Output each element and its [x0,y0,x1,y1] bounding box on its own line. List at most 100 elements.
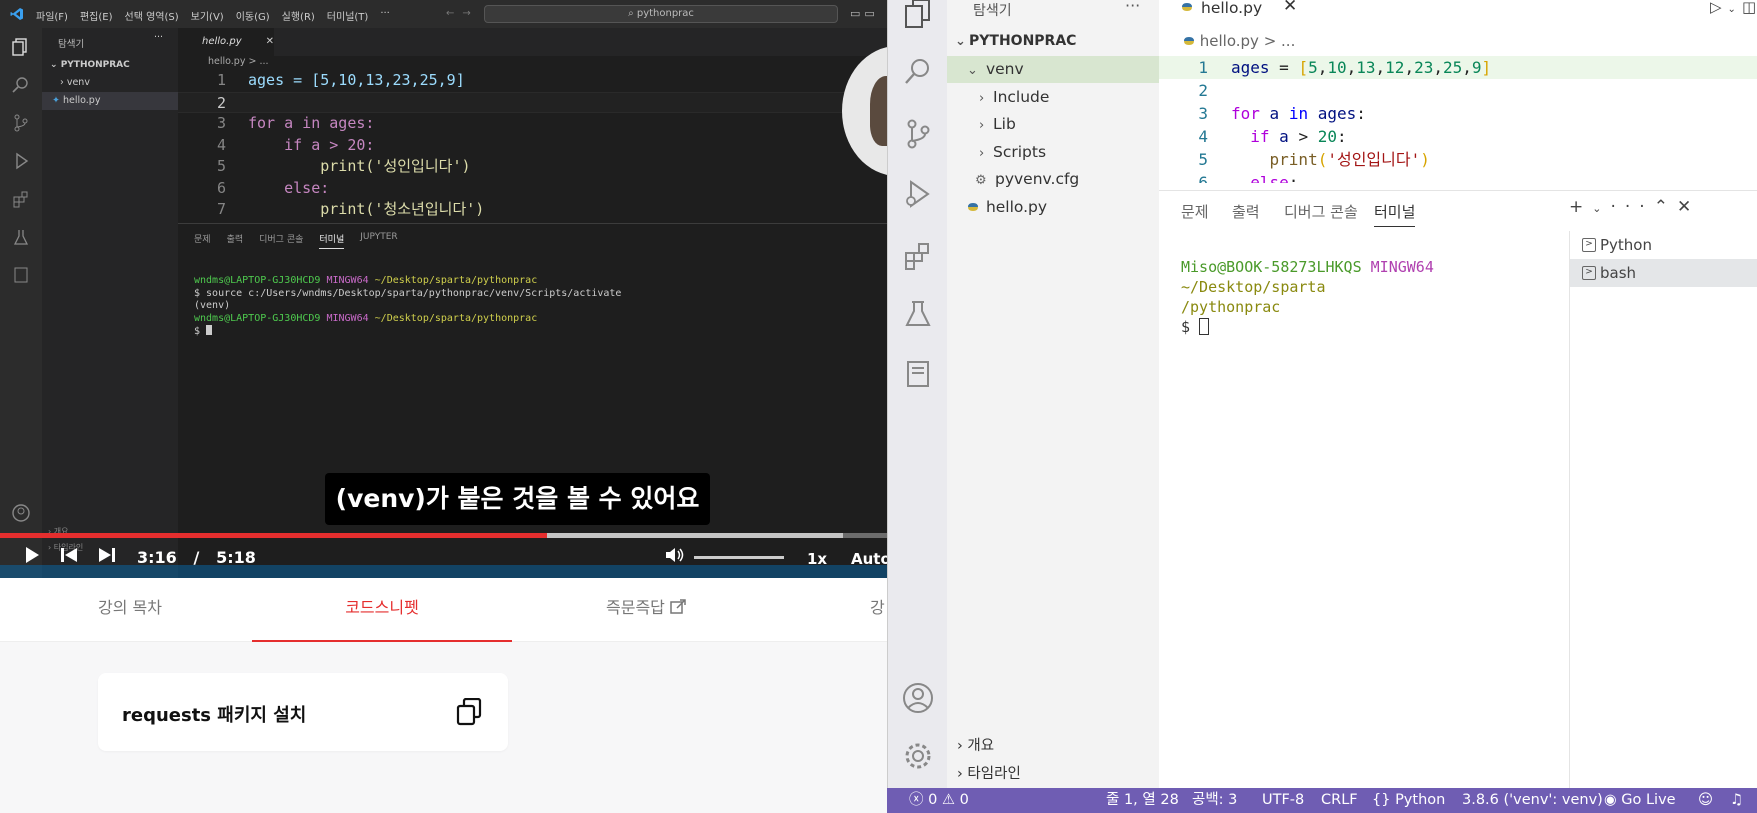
menu-item: 터미널(T) [326,12,369,23]
bottom-panel: 문제 출력 디버그 콘솔 터미널 +⌄···⌃✕ Miso@BOOK-58273… [1159,190,1757,791]
breadcrumb: hello.py > ... [208,56,269,67]
next-icon[interactable] [98,546,116,564]
indentation[interactable]: 공백: 3 [1192,788,1237,813]
split-editor-icon[interactable]: ◫ [1742,0,1757,16]
explorer-sidebar: 탐색기 ··· ⌄ PYTHONPRAC ⌄ venv › Include › Lib… [947,0,1159,788]
gear-icon[interactable] [888,728,947,784]
progress-played [0,533,548,538]
tree-item-venv[interactable]: ⌄ venv [947,56,1159,83]
lecture-tabs: 강의 목차 코드스니펫 즉문즉답 강 [0,578,887,642]
run-debug-icon [0,142,42,180]
tab-problems[interactable]: 문제 [1181,201,1209,222]
feedback-icon[interactable]: ☺ [1698,788,1713,813]
chevron-right-icon: › [979,146,985,161]
dropdown-icon[interactable]: ⌄ [1728,4,1742,15]
editor-actions: ▷⌄◫ [1710,0,1757,16]
source-control-icon [0,104,42,142]
menu-item: 선택 영역(S) [124,12,179,23]
extensions-icon[interactable] [888,228,947,284]
video-time: 3:16 / 5:18 [137,548,256,567]
gear-icon: ⚙ [975,173,987,188]
tab-terminal[interactable]: 터미널 [1374,201,1416,227]
tab-debug-console[interactable]: 디버그 콘솔 [1284,201,1358,222]
vscode-window: 탐색기 ··· ⌄ PYTHONPRAC ⌄ venv › Include › Lib… [887,0,1757,813]
python-file-icon [967,202,981,212]
previous-icon[interactable] [60,546,78,564]
chevron-down-icon: ⌄ [955,34,966,49]
account-icon[interactable] [888,670,947,726]
close-panel-icon[interactable]: ✕ [1677,197,1700,217]
terminal[interactable]: Miso@BOOK-58273LHKQS MINGW64 ~/Desktop/s… [1159,231,1569,791]
menu-item: 편집(E) [79,12,113,23]
explorer-root[interactable]: ⌄ PYTHONPRAC [947,28,1159,55]
tree-item-pyvenv[interactable]: ⚙ pyvenv.cfg [947,166,1159,193]
editor-tab[interactable]: hello.py ✕ [1159,0,1299,19]
python-interpreter[interactable]: 3.8.6 ('venv': venv) [1462,788,1603,813]
tab-lecture-index[interactable]: 강의 목차 [0,578,260,642]
tree-item-hello-py[interactable]: hello.py [947,194,1159,221]
vscode-logo-icon [10,7,24,21]
add-terminal-icon[interactable]: + [1569,197,1592,217]
video-menu-bar: 파일(F) 편집(E) 선택 영역(S) 보기(V) 이동(G) 실행(R) 터… [36,8,390,23]
menu-item: 파일(F) [36,12,68,23]
python-file-icon [1183,36,1195,46]
menu-item: ··· [380,8,390,19]
video-explorer: 탐색기 ··· ⌄ PYTHONPRAC › venv ✦ hello.py ›… [42,28,178,578]
video-controls: 3:16 / 5:18 1x Auto [0,542,887,572]
tree-item-lib[interactable]: › Lib [947,111,1159,138]
tree-item-scripts[interactable]: › Scripts [947,139,1159,166]
terminal-item-bash[interactable]: > bash [1570,259,1757,287]
encoding[interactable]: UTF-8 [1262,788,1304,813]
snippet-title: requests 패키지 설치 [122,705,307,726]
cursor-position[interactable]: 줄 1, 열 28 [1106,788,1179,813]
snippet-card[interactable]: requests 패키지 설치 [98,673,508,751]
terminal-item-python[interactable]: > Python [1570,231,1757,259]
code-area[interactable]: 1 ages = [5,10,13,12,23,25,9] 2 3 for a in… [1159,56,1757,183]
line-ending[interactable]: CRLF [1321,788,1358,813]
maximize-panel-icon[interactable]: ⌃ [1654,197,1677,217]
video-progress-bar[interactable] [0,533,887,538]
tree-item-include[interactable]: › Include [947,84,1159,111]
copy-icon[interactable] [456,698,482,726]
status-bar: ⓧ 0 ⚠ 0 줄 1, 열 28 공백: 3 UTF-8 CRLF {} Py… [887,788,1757,813]
chevron-down-icon[interactable]: ⌄ [1592,202,1610,215]
tab-output[interactable]: 출력 [1232,201,1260,222]
warning-icon: ⚠ [941,792,955,808]
panel-tab: 터미널 [319,232,345,249]
run-icon[interactable]: ▷ [1710,0,1728,16]
tab-qna[interactable]: 즉문즉답 [516,578,776,642]
activity-bar [888,0,947,788]
extensions-icon [0,180,42,218]
instructor-figure [870,76,887,146]
go-live[interactable]: ◉ Go Live [1604,788,1676,813]
testing-icon[interactable] [888,286,947,342]
play-icon[interactable] [24,546,40,564]
files-icon[interactable] [888,0,947,42]
playback-rate-button[interactable]: 1x [807,550,827,568]
files-icon [0,28,42,66]
testing-icon [0,218,42,256]
problems-status[interactable]: ⓧ 0 ⚠ 0 [909,788,969,813]
search-icon[interactable] [888,44,947,100]
source-control-icon[interactable] [888,106,947,162]
language-mode[interactable]: {} Python [1372,788,1445,813]
panel-tab: 문제 [194,235,211,245]
tab-code-snippet[interactable]: 코드스니펫 [252,578,512,642]
tab-overflow[interactable]: 강 [870,578,887,642]
timeline-section[interactable]: › 타임라인 [947,760,1159,788]
notifications-icon[interactable]: ♫ [1730,788,1743,813]
outline-section[interactable]: › 개요 [947,732,1159,760]
volume-slider[interactable] [694,556,784,559]
panel-tab: 디버그 콘솔 [259,235,304,245]
volume-icon[interactable] [665,546,685,564]
explorer-bottom-sections: › 개요 › 타임라인 [947,732,1159,788]
more-icon[interactable]: ··· [1610,197,1653,217]
quality-button[interactable]: Auto [851,550,887,568]
run-debug-icon[interactable] [888,166,947,222]
video-player[interactable]: 파일(F) 편집(E) 선택 영역(S) 보기(V) 이동(G) 실행(R) 터… [0,0,887,578]
notebook-icon[interactable] [888,346,947,402]
menu-item: 실행(R) [281,12,315,23]
account-icon [0,494,42,532]
more-icon[interactable]: ··· [1125,0,1140,15]
close-icon[interactable]: ✕ [1283,0,1297,15]
